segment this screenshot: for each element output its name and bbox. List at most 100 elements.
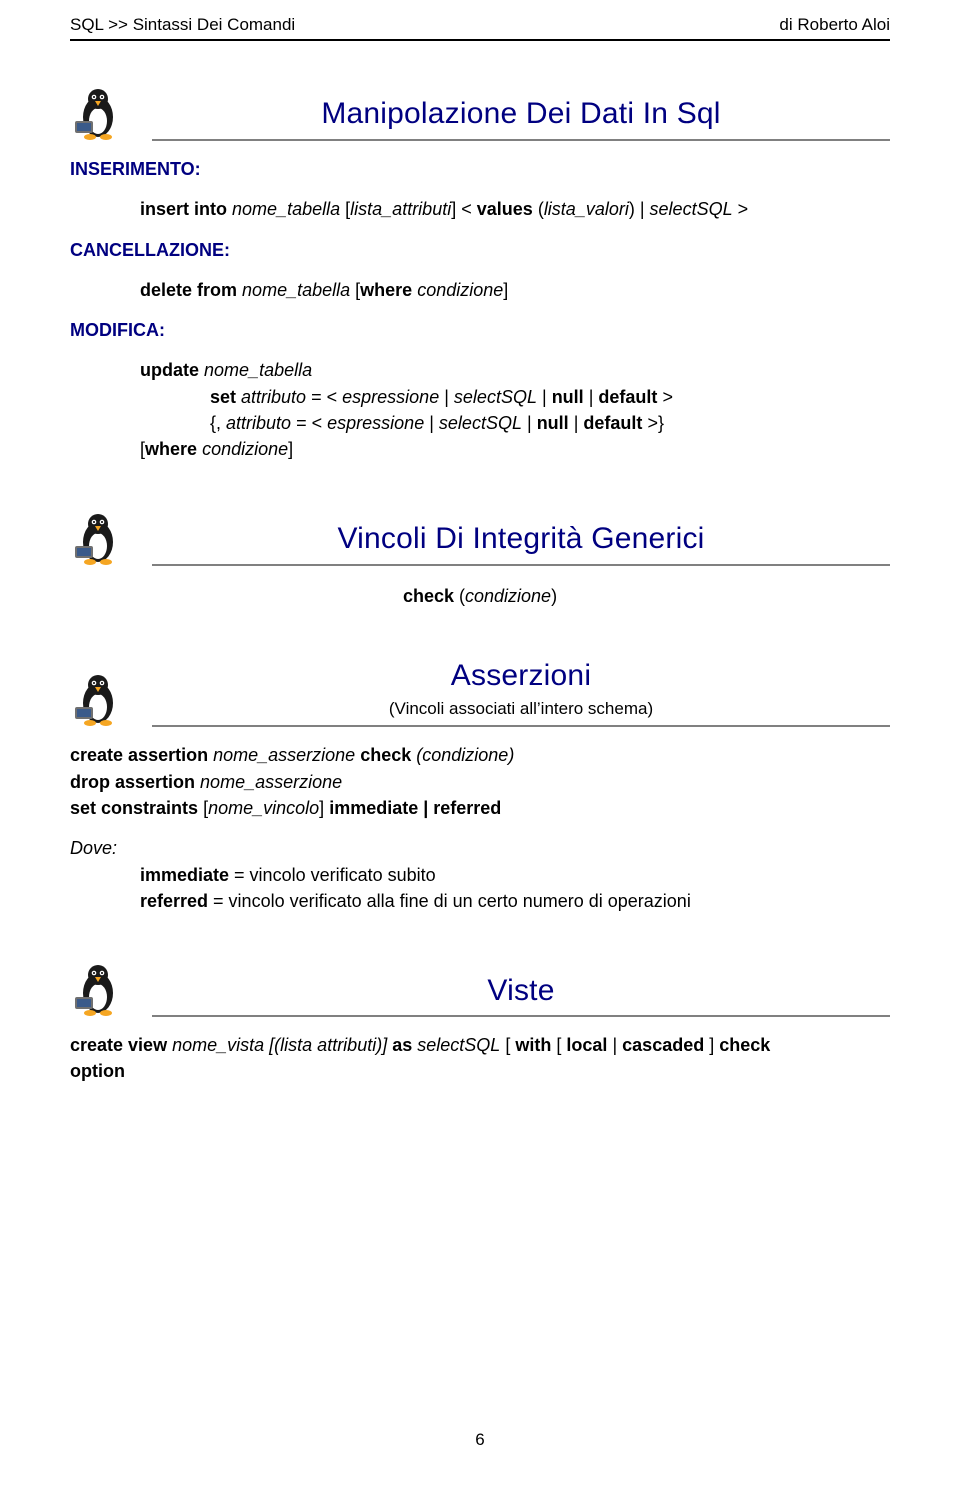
kw-check: check (403, 586, 454, 606)
kw-drop-assertion: drop assertion (70, 772, 195, 792)
kw-as: as (392, 1035, 412, 1055)
kw-values: values (477, 199, 533, 219)
header-row: SQL >> Sintassi Dei Comandi di Roberto A… (70, 14, 890, 37)
section-heading-viste: Viste (70, 961, 890, 1017)
text: > (662, 387, 673, 407)
penguin-icon (70, 85, 126, 141)
kw-where: where (145, 439, 197, 459)
text: ] (503, 280, 508, 300)
arg-nome-tabella: nome_tabella (232, 199, 340, 219)
text: ] (709, 1035, 714, 1055)
kw-local: local (566, 1035, 607, 1055)
arg-condizione: condizione (465, 586, 551, 606)
arg-selectsql: selectSQL (439, 413, 522, 433)
arg-nome-tabella: nome_tabella (204, 360, 312, 380)
arg-condizione: condizione (417, 280, 503, 300)
modifica-label: MODIFICA: (70, 318, 890, 342)
viste-body: create view nome_vista [(lista attributi… (70, 1033, 890, 1084)
dove-label: Dove: (70, 836, 890, 860)
text: = < (311, 387, 337, 407)
text: [ (505, 1035, 510, 1055)
kw-default: default (598, 387, 657, 407)
section-title: Manipolazione Dei Dati In Sql (152, 94, 890, 135)
kw-check: check (719, 1035, 770, 1055)
penguin-icon (70, 510, 126, 566)
text: | (589, 387, 594, 407)
section-rule (152, 139, 890, 141)
penguin-icon (70, 961, 126, 1017)
arg-nome-vista: nome_vista (172, 1035, 264, 1055)
arg-lista-valori: lista_valori (544, 199, 629, 219)
text: | (444, 387, 449, 407)
kw-set: set (210, 387, 236, 407)
arg-lista-attributi: [(lista attributi)] (269, 1035, 387, 1055)
header-rule (70, 39, 890, 41)
kw-set-constraints: set constraints (70, 798, 198, 818)
text: ] < (451, 199, 472, 219)
text: > (738, 199, 749, 219)
kw-check: check (360, 745, 411, 765)
arg-attributo: attributo (226, 413, 291, 433)
section-heading-manipolazione: Manipolazione Dei Dati In Sql (70, 85, 890, 141)
dove-block: Dove: immediate = vincolo verificato sub… (70, 836, 890, 913)
section-title: Asserzioni (152, 656, 890, 697)
text: ] (288, 439, 293, 459)
section-rule (152, 564, 890, 566)
page: SQL >> Sintassi Dei Comandi di Roberto A… (0, 0, 960, 1488)
penguin-icon (70, 671, 126, 727)
kw-create-view: create view (70, 1035, 167, 1055)
kw-immediate-referred: immediate | referred (329, 798, 501, 818)
asserzioni-body: create assertion nome_asserzione check (… (70, 743, 890, 820)
kw-referred: referred (140, 891, 208, 911)
text: | (527, 413, 532, 433)
arg-condizione: (condizione) (416, 745, 514, 765)
kw-cascaded: cascaded (622, 1035, 704, 1055)
header-right: di Roberto Aloi (779, 14, 890, 37)
page-number: 6 (0, 1429, 960, 1452)
arg-nome-asserzione: nome_asserzione (213, 745, 355, 765)
section-heading-vincoli: Vincoli Di Integrità Generici (70, 510, 890, 566)
arg-nome-tabella: nome_tabella (242, 280, 350, 300)
kw-where: where (360, 280, 412, 300)
arg-nome-asserzione: nome_asserzione (200, 772, 342, 792)
text: = vincolo verificato alla fine di un cer… (208, 891, 691, 911)
cancellazione-label: CANCELLAZIONE: (70, 238, 890, 262)
arg-espressione: espressione (327, 413, 424, 433)
kw-null: null (552, 387, 584, 407)
text: = vincolo verificato subito (229, 865, 436, 885)
kw-option: option (70, 1061, 125, 1081)
text: | (542, 387, 547, 407)
kw-create-assertion: create assertion (70, 745, 208, 765)
arg-selectsql: selectSQL (417, 1035, 500, 1055)
kw-delete-from: delete from (140, 280, 237, 300)
text: ) (551, 586, 557, 606)
section-title: Vincoli Di Integrità Generici (152, 519, 890, 560)
section-title: Viste (152, 971, 890, 1012)
kw-insert-into: insert into (140, 199, 227, 219)
arg-selectsql: selectSQL (454, 387, 537, 407)
text: | (612, 1035, 617, 1055)
arg-nome-vincolo: nome_vincolo (208, 798, 319, 818)
kw-with: with (515, 1035, 551, 1055)
header-left: SQL >> Sintassi Dei Comandi (70, 14, 295, 37)
kw-immediate: immediate (140, 865, 229, 885)
text: ] (319, 798, 324, 818)
cancellazione-block: CANCELLAZIONE: delete from nome_tabella … (70, 238, 890, 303)
text: [ (556, 1035, 561, 1055)
arg-lista-attributi: lista_attributi (350, 199, 451, 219)
arg-condizione: condizione (202, 439, 288, 459)
kw-null: null (537, 413, 569, 433)
section-heading-asserzioni: Asserzioni (Vincoli associati all’intero… (70, 656, 890, 727)
text: >} (647, 413, 664, 433)
section-subtitle: (Vincoli associati all’intero schema) (152, 698, 890, 721)
arg-attributo: attributo (241, 387, 306, 407)
text: | (574, 413, 579, 433)
text: {, (210, 413, 221, 433)
inserimento-label: INSERIMENTO: (70, 157, 890, 181)
kw-update: update (140, 360, 199, 380)
section-rule (152, 1015, 890, 1017)
kw-default: default (583, 413, 642, 433)
text: | (429, 413, 434, 433)
inserimento-block: INSERIMENTO: insert into nome_tabella [l… (70, 157, 890, 222)
arg-selectsql: selectSQL (650, 199, 733, 219)
